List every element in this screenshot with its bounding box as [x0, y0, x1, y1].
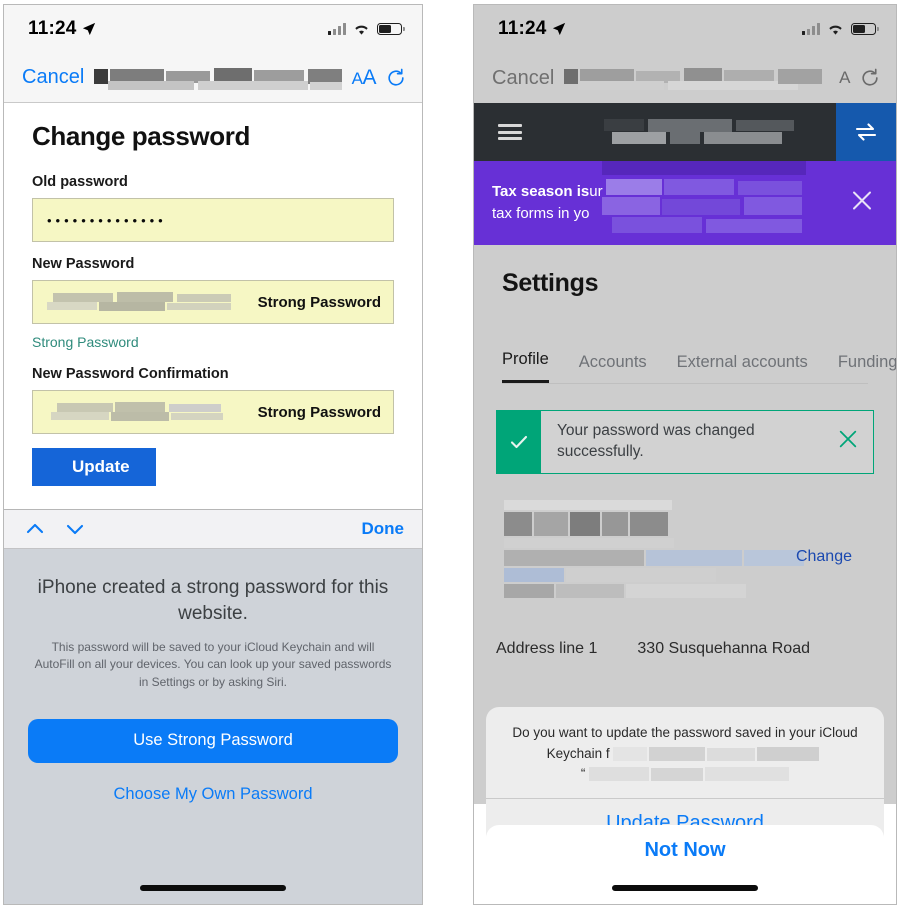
screenshot-root: 11:24 Cancel AA Change password Old pass… [0, 0, 900, 909]
settings-tabs: Profile Accounts External accounts Fundi… [502, 350, 896, 384]
url-field-redacted[interactable] [564, 65, 829, 91]
chevron-down-icon[interactable] [62, 516, 88, 542]
use-strong-password-button[interactable]: Use Strong Password [28, 718, 398, 763]
confirm-password-input[interactable]: Strong Password [32, 390, 394, 434]
autofill-body: iPhone created a strong password for thi… [4, 549, 422, 804]
alert-body: Your password was changed successfully. [541, 411, 873, 473]
home-indicator-left [140, 885, 286, 891]
transfer-arrows-icon [855, 123, 877, 141]
reload-icon[interactable] [860, 68, 880, 88]
promo-tail-text: ur [589, 183, 603, 201]
tab-funding[interactable]: Funding [838, 353, 896, 383]
change-password-page: Change password Old password •••••••••••… [4, 103, 422, 486]
battery-icon [377, 23, 405, 35]
new-password-strength-tag: Strong Password [257, 293, 381, 311]
settings-title: Settings [502, 269, 599, 297]
keychain-not-now-dialog: Not Now [486, 825, 884, 876]
address-row: Address line 1 330 Susquehanna Road [496, 640, 874, 658]
status-bar-indicators-right [802, 23, 879, 36]
wifi-icon [829, 25, 842, 35]
new-password-label: New Password [32, 256, 135, 272]
app-header-bar [474, 103, 896, 161]
status-bar-time: 11:24 [28, 18, 96, 40]
password-changed-alert: Your password was changed successfully. [496, 410, 874, 474]
choose-own-password-button[interactable]: Choose My Own Password [28, 785, 398, 804]
transfer-button[interactable] [836, 103, 896, 161]
location-arrow-icon [82, 22, 95, 36]
tab-external-accounts[interactable]: External accounts [677, 353, 808, 383]
update-button[interactable]: Update [32, 448, 156, 486]
new-password-input[interactable]: Strong Password [32, 280, 394, 324]
status-bar-time-label-right: 11:24 [498, 18, 547, 39]
cellular-bars-icon [328, 23, 346, 35]
left-phone-screenshot: 11:24 Cancel AA Change password Old pass… [3, 4, 423, 905]
cancel-button[interactable]: Cancel [22, 66, 84, 89]
confirm-password-value-redacted [47, 402, 227, 422]
autofill-toolbar: Done [4, 510, 422, 549]
profile-details-redacted [504, 499, 804, 604]
close-icon [853, 191, 871, 210]
right-phone-screenshot: 11:24 Cancel A Tax season is ur tax form… [473, 4, 897, 905]
status-bar-time-right: 11:24 [498, 18, 566, 40]
battery-icon [851, 23, 879, 35]
autofill-strong-password-sheet: Done iPhone created a strong password fo… [4, 509, 422, 904]
promo-rest-text: tax forms in yo [492, 205, 590, 222]
promo-text-redacted [602, 161, 806, 245]
tax-season-promo-banner: Tax season is ur tax forms in yo [474, 161, 896, 245]
settings-section: Settings Profile Accounts External accou… [474, 245, 896, 384]
cellular-bars-icon [802, 23, 820, 35]
app-logo-redacted [604, 119, 814, 145]
keychain-dialog-message: Do you want to update the password saved… [486, 707, 884, 799]
new-password-value-redacted [47, 292, 237, 312]
confirm-password-label: New Password Confirmation [32, 366, 229, 382]
not-now-button[interactable]: Not Now [486, 825, 884, 876]
tab-profile[interactable]: Profile [502, 350, 549, 383]
keychain-message-quote: “ [580, 765, 586, 781]
keychain-account-redacted [589, 766, 790, 781]
safari-toolbar-left: Cancel AA [4, 53, 422, 103]
address-line-label: Address line 1 [496, 639, 598, 657]
check-icon [510, 435, 528, 448]
keychain-message-line1: Do you want to update the password saved… [512, 725, 858, 741]
wifi-icon [355, 25, 368, 35]
profile-details-redacted-block: Change [496, 499, 874, 610]
cancel-button[interactable]: Cancel [492, 67, 554, 90]
old-password-label: Old password [32, 174, 128, 190]
promo-close-button[interactable] [850, 189, 874, 218]
chevron-up-icon[interactable] [22, 516, 48, 542]
keychain-message-line2: Keychain f [546, 745, 610, 761]
alert-close-button[interactable] [837, 428, 859, 455]
confirm-password-strength-tag: Strong Password [257, 403, 381, 421]
safari-toolbar-right: Cancel A [474, 53, 896, 103]
alert-icon-wrap [497, 411, 541, 473]
reload-icon[interactable] [386, 68, 406, 88]
promo-bold-text: Tax season is [492, 183, 590, 201]
location-arrow-icon [552, 22, 565, 36]
tab-accounts[interactable]: Accounts [579, 353, 647, 383]
old-password-value: •••••••••••••• [47, 212, 167, 228]
autofill-headline: iPhone created a strong password for thi… [37, 577, 389, 625]
autofill-description: This password will be saved to your iClo… [34, 640, 392, 689]
address-line-value: 330 Susquehanna Road [637, 639, 810, 657]
change-password-link[interactable]: Change [796, 548, 852, 566]
status-bar-right: 11:24 [474, 5, 896, 53]
new-password-strength-hint: Strong Password [32, 334, 139, 350]
alert-message: Your password was changed successfully. [557, 422, 755, 460]
text-size-button[interactable]: AA [352, 66, 377, 90]
status-bar-time-label: 11:24 [28, 18, 77, 39]
old-password-input[interactable]: •••••••••••••• [32, 198, 394, 242]
autofill-done-button[interactable]: Done [362, 519, 405, 539]
page-title: Change password [32, 121, 250, 151]
text-size-button[interactable]: A [839, 68, 850, 88]
url-field-redacted[interactable] [94, 65, 342, 91]
home-indicator-right [612, 885, 758, 891]
hamburger-menu-icon[interactable] [498, 124, 522, 140]
status-bar-indicators [328, 23, 405, 36]
keychain-domain-redacted [613, 746, 823, 761]
status-bar-left: 11:24 [4, 5, 422, 53]
close-icon [839, 431, 857, 448]
